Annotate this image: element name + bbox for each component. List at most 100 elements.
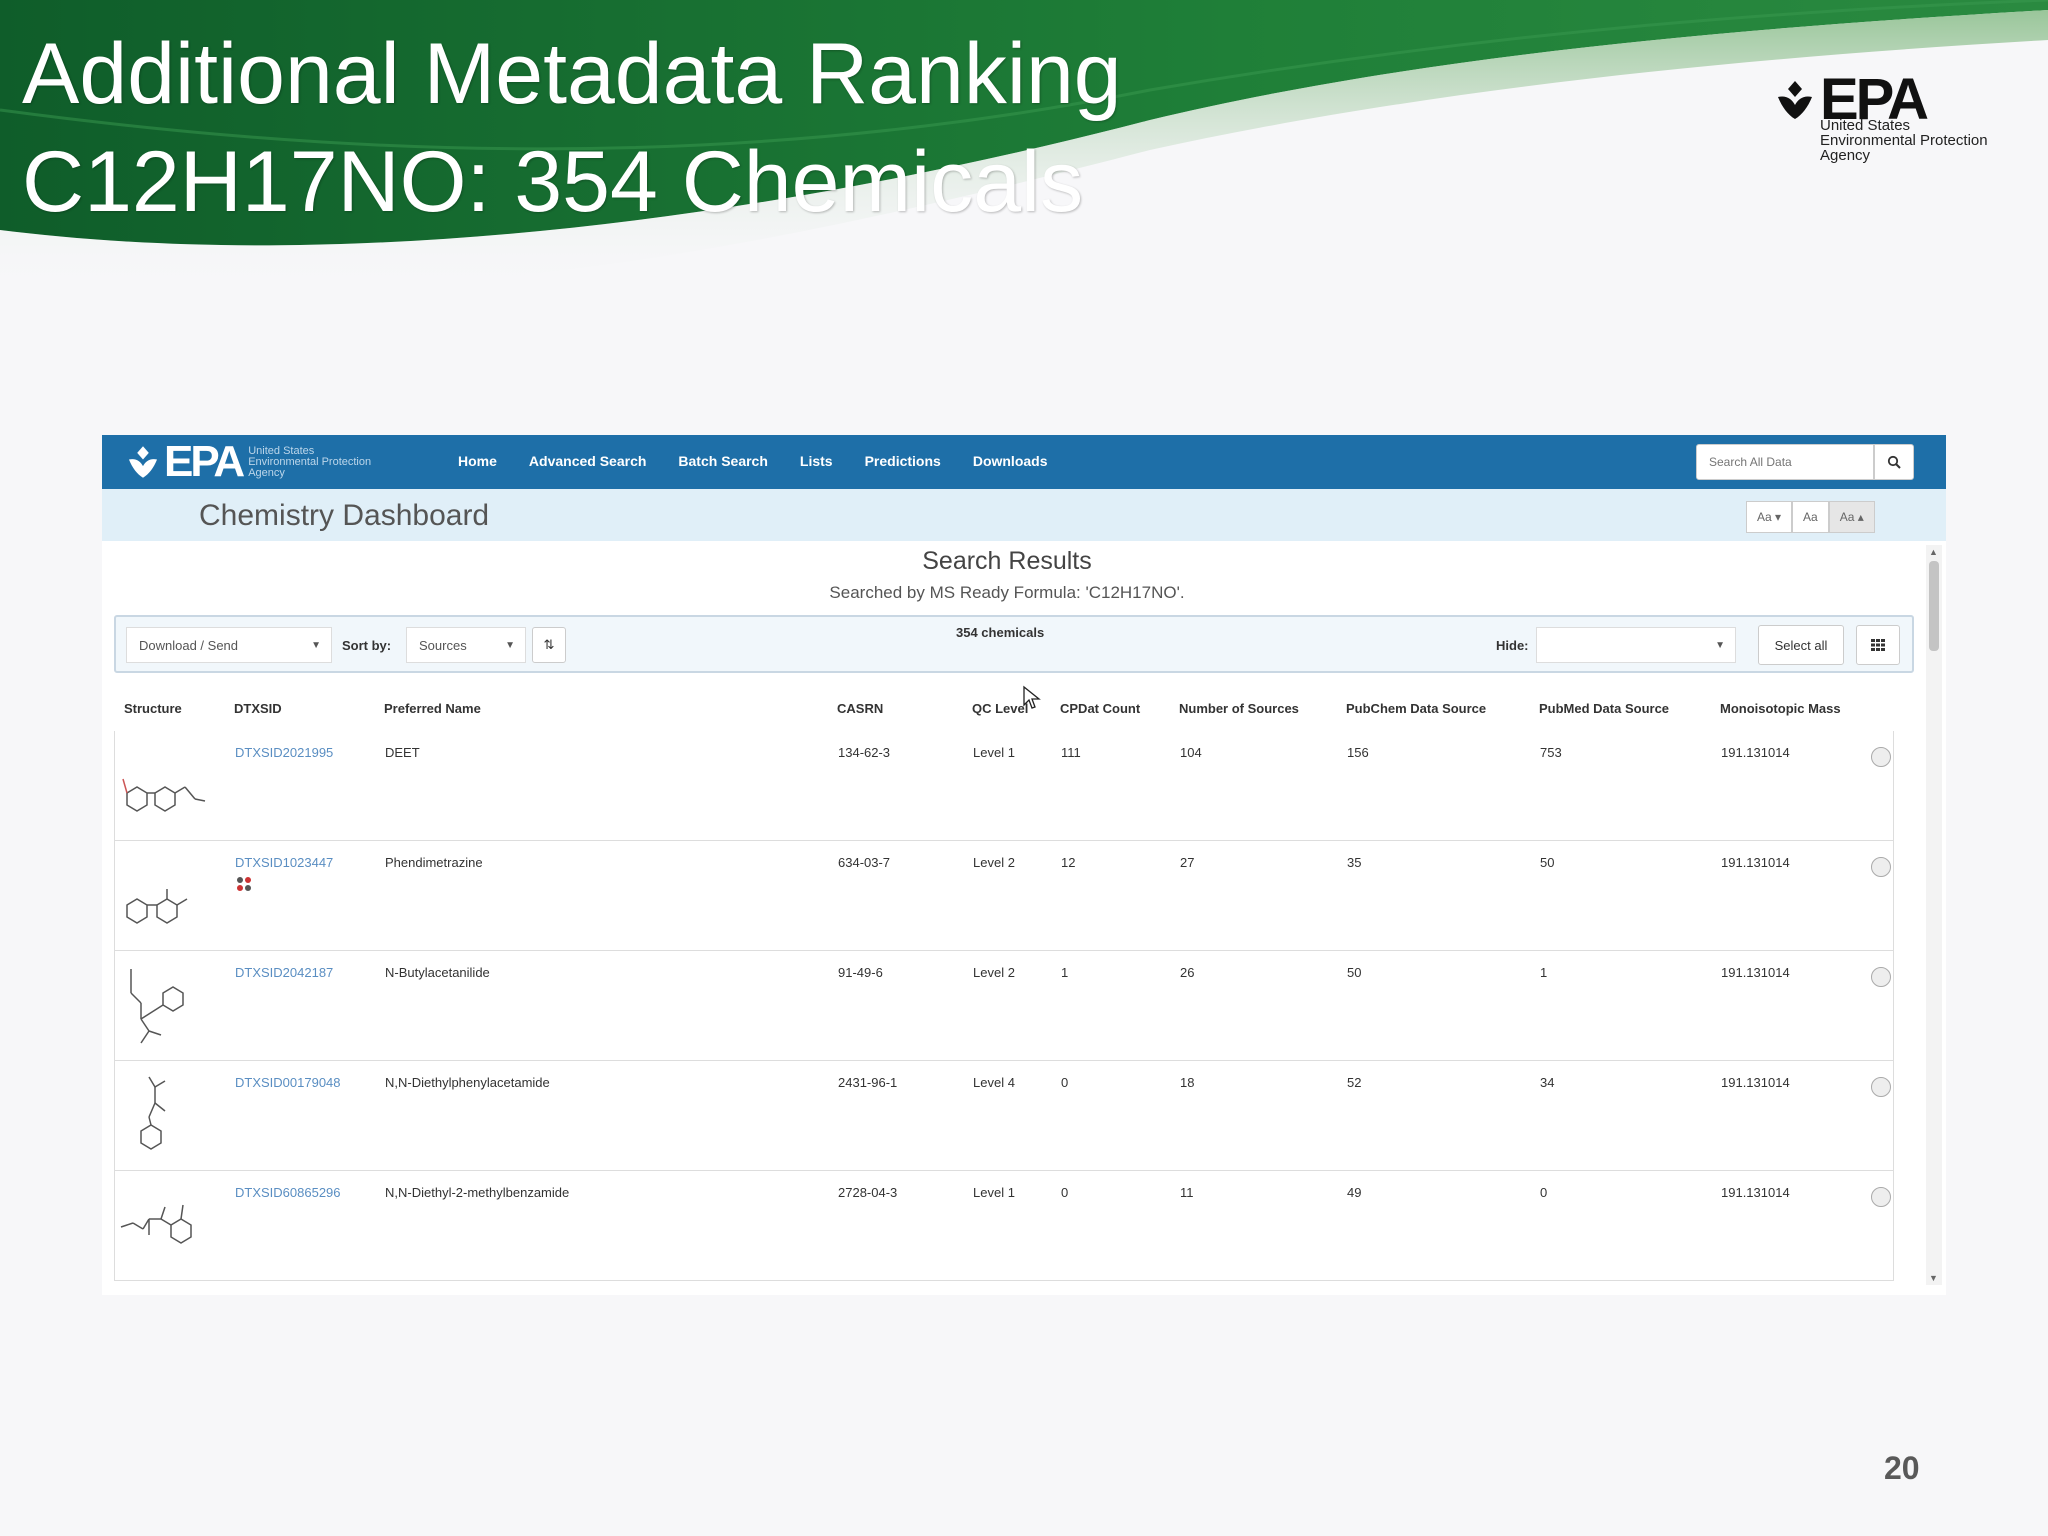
slide-title-line-1: Additional Metadata Ranking bbox=[22, 26, 1122, 122]
pubmed-data-source: 0 bbox=[1540, 1185, 1548, 1200]
number-of-sources: 18 bbox=[1180, 1075, 1195, 1090]
preferred-name: N,N-Diethylphenylacetamide bbox=[385, 1075, 550, 1090]
sort-direction-button[interactable]: ⇅ bbox=[532, 627, 566, 663]
epa-flower-icon bbox=[1778, 81, 1812, 119]
casrn: 91-49-6 bbox=[838, 965, 883, 980]
pubchem-data-source: 50 bbox=[1347, 965, 1362, 980]
font-decrease-button[interactable]: Aa ▾ bbox=[1746, 501, 1793, 533]
slide-page-number: 20 bbox=[1884, 1450, 1920, 1486]
scrollbar-thumb[interactable] bbox=[1929, 561, 1939, 651]
table-row[interactable]: DTXSID2021995 DEET 134-62-3 Level 1 111 … bbox=[114, 731, 1894, 841]
font-increase-button[interactable]: Aa ▴ bbox=[1828, 501, 1875, 533]
hide-columns-select[interactable]: ▼ bbox=[1536, 627, 1736, 663]
dtxsid-link[interactable]: DTXSID60865296 bbox=[235, 1185, 341, 1200]
table-header: Structure DTXSID Preferred Name CASRN QC… bbox=[114, 687, 1894, 731]
chevron-down-icon: ▼ bbox=[505, 640, 515, 651]
dashboard-subheader: Chemistry Dashboard Aa ▾ Aa Aa ▴ bbox=[102, 489, 1946, 541]
font-reset-button[interactable]: Aa bbox=[1792, 501, 1829, 533]
results-heading: Search Results bbox=[922, 547, 1092, 575]
nav-logo-line-2: Environmental Protection bbox=[248, 455, 372, 468]
sort-by-select[interactable]: Sources ▼ bbox=[406, 627, 526, 663]
cpdat-count: 111 bbox=[1061, 745, 1081, 760]
select-all-button[interactable]: Select all bbox=[1758, 625, 1844, 665]
epa-logo: EPA United States Environmental Protecti… bbox=[1772, 71, 2012, 172]
nav-link-advanced-search[interactable]: Advanced Search bbox=[529, 453, 647, 469]
chemical-structure-image bbox=[130, 969, 184, 1044]
column-header-pubmed-data-source[interactable]: PubMed Data Source bbox=[1539, 701, 1669, 716]
nav-links: Home Advanced Search Batch Search Lists … bbox=[458, 453, 1080, 469]
results-search-description: Searched by MS Ready Formula: 'C12H17NO'… bbox=[829, 583, 1185, 602]
dtxsid-link[interactable]: DTXSID2042187 bbox=[235, 965, 333, 980]
column-header-casrn[interactable]: CASRN bbox=[837, 701, 883, 716]
epa-logo-line-1: United States bbox=[1820, 117, 1911, 134]
column-header-preferred-name[interactable]: Preferred Name bbox=[384, 701, 481, 716]
nav-link-batch-search[interactable]: Batch Search bbox=[678, 453, 767, 469]
dtxsid-link[interactable]: DTXSID1023447 bbox=[235, 855, 333, 870]
row-select-radio[interactable] bbox=[1871, 857, 1891, 877]
chevron-down-icon: ▼ bbox=[311, 640, 321, 651]
download-send-label: Download / Send bbox=[139, 638, 239, 653]
pubchem-data-source: 35 bbox=[1347, 855, 1362, 870]
grid-view-button[interactable] bbox=[1856, 625, 1900, 665]
chemical-structure-image bbox=[122, 778, 206, 812]
sort-by-value: Sources bbox=[419, 638, 467, 653]
table-row[interactable]: DTXSID2042187 N-Butylacetanilide 91-49-6… bbox=[114, 951, 1894, 1061]
casrn: 2431-96-1 bbox=[838, 1075, 898, 1090]
epa-logo-line-2: Environmental Protection bbox=[1820, 132, 1988, 149]
dtxsid-link[interactable]: DTXSID00179048 bbox=[235, 1075, 341, 1090]
results-scrollbar[interactable]: ▲ ▼ bbox=[1926, 545, 1942, 1285]
row-select-radio[interactable] bbox=[1871, 967, 1891, 987]
dtxsid-link[interactable]: DTXSID2021995 bbox=[235, 745, 333, 760]
cpdat-count: 0 bbox=[1061, 1075, 1069, 1090]
column-header-number-of-sources[interactable]: Number of Sources bbox=[1179, 701, 1299, 716]
nav-logo-line-3: Agency bbox=[248, 466, 285, 479]
search-input[interactable] bbox=[1696, 444, 1874, 480]
search-icon bbox=[1887, 455, 1901, 469]
nav-link-predictions[interactable]: Predictions bbox=[865, 453, 941, 469]
pubchem-data-source: 49 bbox=[1347, 1185, 1362, 1200]
preferred-name: Phendimetrazine bbox=[385, 855, 483, 870]
preferred-name: DEET bbox=[385, 745, 420, 760]
pubchem-data-source: 52 bbox=[1347, 1075, 1362, 1090]
monoisotopic-mass: 191.131014 bbox=[1721, 1075, 1790, 1090]
slide-title: Additional Metadata Ranking C12H17NO: 35… bbox=[22, 20, 1122, 236]
table-row[interactable]: DTXSID00179048 N,N-Diethylphenylacetamid… bbox=[114, 1061, 1894, 1171]
row-select-radio[interactable] bbox=[1871, 747, 1891, 767]
qc-level: Level 2 bbox=[973, 855, 1015, 870]
nav-link-lists[interactable]: Lists bbox=[800, 453, 833, 469]
column-header-cpdat-count[interactable]: CPDat Count bbox=[1060, 701, 1140, 716]
qc-warning-icon bbox=[237, 877, 251, 891]
download-send-select[interactable]: Download / Send ▼ bbox=[126, 627, 332, 663]
cpdat-count: 0 bbox=[1061, 1185, 1069, 1200]
row-select-radio[interactable] bbox=[1871, 1077, 1891, 1097]
dashboard-title: Chemistry Dashboard bbox=[199, 499, 490, 532]
table-row[interactable]: DTXSID1023447 Phendimetrazine 634-03-7 L… bbox=[114, 841, 1894, 951]
epa-logo-line-3: Agency bbox=[1820, 147, 1871, 164]
casrn: 634-03-7 bbox=[838, 855, 891, 870]
column-header-dtxsid[interactable]: DTXSID bbox=[234, 701, 282, 716]
scroll-down-icon[interactable]: ▼ bbox=[1929, 1273, 1938, 1283]
column-header-pubchem-data-source[interactable]: PubChem Data Source bbox=[1346, 701, 1486, 716]
nav-link-downloads[interactable]: Downloads bbox=[973, 453, 1048, 469]
search-button[interactable] bbox=[1874, 444, 1914, 480]
monoisotopic-mass: 191.131014 bbox=[1721, 965, 1790, 980]
row-select-radio[interactable] bbox=[1871, 1187, 1891, 1207]
column-header-qc-level[interactable]: QC Level bbox=[972, 701, 1028, 716]
scroll-up-icon[interactable]: ▲ bbox=[1929, 547, 1938, 557]
cpdat-count: 1 bbox=[1061, 965, 1069, 980]
nav-epa-logo[interactable]: EPA United States Environmental Protecti… bbox=[124, 439, 371, 485]
column-header-structure[interactable]: Structure bbox=[124, 701, 182, 716]
qc-level: Level 1 bbox=[973, 745, 1015, 760]
monoisotopic-mass: 191.131014 bbox=[1721, 855, 1790, 870]
nav-link-home[interactable]: Home bbox=[458, 453, 497, 469]
table-row[interactable]: DTXSID60865296 N,N-Diethyl-2-methylbenza… bbox=[114, 1171, 1894, 1281]
pubmed-data-source: 753 bbox=[1540, 745, 1562, 760]
mouse-cursor-icon bbox=[1023, 685, 1041, 709]
pubchem-data-source: 156 bbox=[1347, 745, 1369, 760]
chemical-count: 354 chemicals bbox=[956, 625, 1045, 640]
monoisotopic-mass: 191.131014 bbox=[1721, 1185, 1790, 1200]
dashboard-screenshot: EPA United States Environmental Protecti… bbox=[102, 435, 1946, 1295]
results-table: Structure DTXSID Preferred Name CASRN QC… bbox=[114, 687, 1894, 1281]
column-header-monoisotopic-mass[interactable]: Monoisotopic Mass bbox=[1720, 701, 1841, 716]
navbar: EPA United States Environmental Protecti… bbox=[102, 435, 1946, 489]
